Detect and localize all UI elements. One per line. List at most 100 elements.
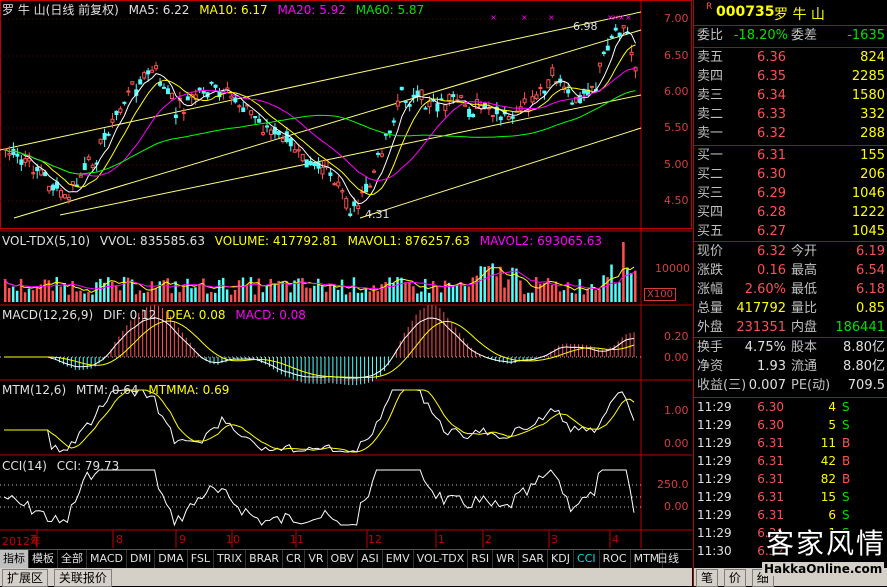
tab-obv[interactable]: OBV [328, 550, 358, 568]
price-tick: 6.50 [664, 49, 689, 62]
ask-row[interactable]: 卖三 6.34 1580 [694, 87, 887, 105]
tab-cci[interactable]: CCI [574, 550, 600, 568]
candle-body [506, 115, 511, 120]
volume-bar [503, 287, 506, 302]
weibi-value: -18.20% [733, 28, 788, 43]
ask-row[interactable]: 卖四 6.35 2285 [694, 68, 887, 86]
quote-stock-name: 罗 牛 山 [774, 7, 825, 23]
period-label[interactable]: 日线 [657, 550, 679, 568]
volume-bar [23, 292, 27, 302]
book-volume: 824 [860, 50, 885, 65]
candle-body [550, 67, 555, 76]
tab-wr[interactable]: WR [493, 550, 519, 568]
tick-row: 11:29 6.31 15 S [694, 489, 887, 506]
volume-bar [225, 289, 229, 302]
candle-body [387, 130, 392, 134]
candle-body [304, 159, 309, 168]
mavol2-value: MAVOL2: 693065.63 [479, 234, 603, 248]
candle-body [368, 185, 373, 188]
volume-bar [281, 281, 284, 302]
macd-panel-header: MACD(12,26,9) DIF: 0.12 DEA: 0.08 MACD: … [2, 308, 312, 322]
bid-row[interactable]: 买三 6.29 1046 [694, 185, 887, 203]
fundamental-row: 换手 4.75% 股本 8.80亿 [694, 339, 887, 357]
volume-bar [451, 286, 455, 302]
tab-kdj[interactable]: KDJ [548, 550, 574, 568]
volume-bar [75, 291, 78, 302]
tick-time: 11:29 [697, 472, 732, 486]
tab-fsl[interactable]: FSL [188, 550, 214, 568]
tab-cr[interactable]: CR [283, 550, 306, 568]
candle-body [566, 89, 571, 94]
volume-bar [590, 284, 593, 302]
volume-bar [253, 294, 257, 302]
ask-row[interactable]: 卖一 6.32 288 [694, 125, 887, 143]
mavol1-value: MAVOL1: 876257.63 [347, 234, 470, 248]
tab-vr[interactable]: VR [305, 550, 328, 568]
volume-bar [210, 292, 213, 302]
tick-side: S [842, 490, 850, 504]
kline-chart-area[interactable]: × × × × × × × 罗 牛 山(日线 前复权) MA5: 6.22 MA10: 6.… [0, 0, 692, 548]
fundamental-label: 流通 [791, 359, 818, 374]
tab-rsi[interactable]: RSI [468, 550, 494, 568]
volume-bar [427, 292, 431, 302]
tab-dma[interactable]: DMA [155, 550, 188, 568]
fundamental-row: 净资 1.93 流通 8.80亿 [694, 358, 887, 376]
volume-bar [31, 290, 35, 302]
price-panel-frame [0, 0, 692, 229]
candle-body [102, 132, 107, 140]
date-label: 7 [30, 533, 37, 546]
book-price: 6.33 [757, 107, 786, 122]
candle-body [399, 86, 404, 91]
price-tick: 6.00 [664, 85, 689, 98]
bid-row[interactable]: 买一 6.31 155 [694, 147, 887, 165]
ask-row[interactable]: 卖二 6.33 332 [694, 106, 887, 124]
tab-全部[interactable]: 全部 [58, 550, 87, 568]
volume-value: VOLUME: 417792.81 [214, 234, 338, 248]
book-volume: 155 [860, 148, 885, 163]
date-label: 4 [612, 533, 619, 546]
volume-bar [55, 277, 59, 302]
volume-bar [582, 294, 586, 302]
tab-asi[interactable]: ASI [358, 550, 383, 568]
volume-bar [566, 282, 570, 302]
tick-volume: 4 [828, 400, 836, 414]
volume-bar [269, 278, 272, 302]
book-label: 买一 [697, 148, 724, 163]
tab-模板[interactable]: 模板 [29, 550, 58, 568]
indicator-tabs: 指标 模板 全部 MACD DMI DMA FSL TRIX BRAR CR VR OBV ASI EMV… [0, 550, 664, 568]
candle-body [459, 95, 464, 98]
bid-row[interactable]: 买四 6.28 1222 [694, 204, 887, 222]
volume-bar [328, 284, 332, 302]
stat-value: 6.18 [856, 282, 885, 297]
tab-trix[interactable]: TRIX [214, 550, 247, 568]
volume-bar [602, 275, 605, 302]
expand-area-button[interactable]: 扩展区 [2, 569, 49, 587]
date-label: 9 [179, 533, 186, 546]
tick-time: 11:30 [697, 544, 732, 558]
candle-body [23, 158, 28, 163]
tab-roc[interactable]: ROC [600, 550, 631, 568]
tab-指标[interactable]: 指标 [0, 550, 29, 568]
volume-bar [336, 289, 340, 302]
candle-body [122, 101, 127, 104]
candle-body [423, 107, 428, 110]
candle-body [154, 65, 159, 70]
price-tick: 4.50 [664, 194, 689, 207]
volume-bar [416, 293, 419, 302]
tick-side: B [842, 436, 851, 450]
tab-emv[interactable]: EMV [383, 550, 414, 568]
stat-label: 内盘 [791, 320, 818, 335]
candle-body [312, 162, 317, 167]
bid-row[interactable]: 买二 6.30 206 [694, 166, 887, 184]
tab-vol-tdx[interactable]: VOL-TDX [414, 550, 469, 568]
bid-row[interactable]: 买五 6.27 1045 [694, 223, 887, 241]
volume-bar [531, 292, 534, 302]
tab-trades[interactable]: 笔 [696, 569, 719, 587]
tab-price[interactable]: 价 [723, 569, 746, 587]
ask-row[interactable]: 卖五 6.36 824 [694, 49, 887, 67]
tab-dmi[interactable]: DMI [127, 550, 156, 568]
tab-sar[interactable]: SAR [519, 550, 549, 568]
tab-macd[interactable]: MACD [87, 550, 127, 568]
related-quote-button[interactable]: 关联报价 [53, 569, 112, 587]
tab-brar[interactable]: BRAR [246, 550, 284, 568]
